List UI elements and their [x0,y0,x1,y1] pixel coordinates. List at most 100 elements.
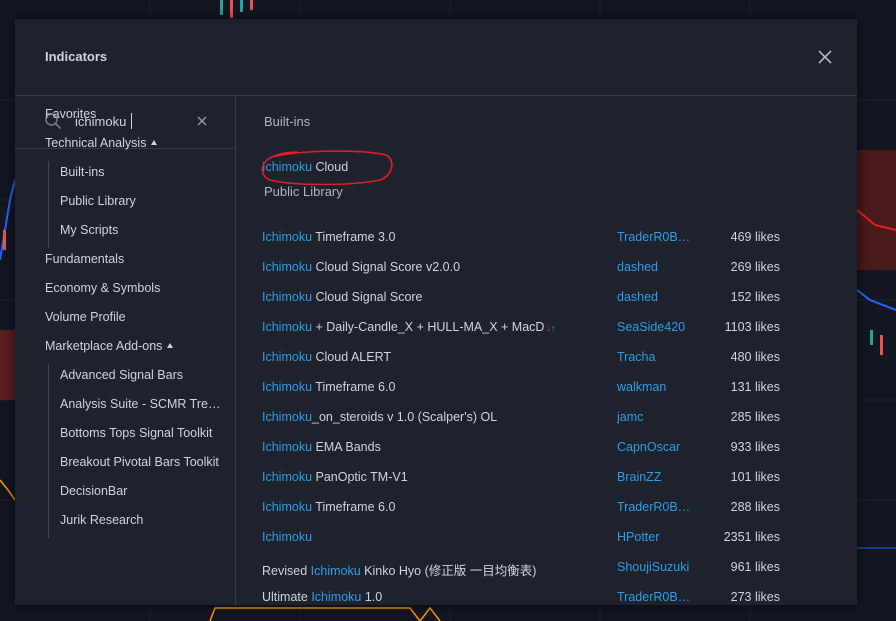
name-highlight: Ichimoku [311,590,362,604]
category-item[interactable]: Technical Analysis [45,136,158,150]
author-link[interactable]: Tracha [617,350,697,364]
indicator-name: Ichimoku + Daily-Candle_X + HULL-MA_X + … [262,320,555,334]
result-row[interactable]: Ichimoku Timeframe 6.0 walkman 131 likes [236,373,848,403]
likes-count: 1103 likes [724,320,780,334]
author-link[interactable]: TraderR0BERT [617,230,697,244]
indicator-name: Ichimoku Cloud Signal Score [262,290,423,304]
category-item[interactable]: Fundamentals [45,252,124,266]
name-highlight: Ichimoku [310,564,361,578]
author-link[interactable]: dashed [617,260,697,274]
category-label: Built-ins [60,165,105,179]
category-label: DecisionBar [60,484,128,498]
likes-count: 288 likes [730,500,780,514]
category-label: Analysis Suite - SCMR Trends [60,397,225,411]
name-highlight: Ichimoku [262,410,313,424]
indicator-name: Ichimoku Cloud ALERT [262,350,391,364]
result-row[interactable]: Revised Ichimoku Kinko Hyo (修正版 一目均衡表) Sh… [236,553,848,583]
result-row[interactable]: Ichimoku PanOptic TM-V1 BrainZZ 101 likes [236,463,848,493]
tree-guide-line [48,161,49,248]
category-label: Jurik Research [60,513,144,527]
result-row[interactable]: Ichimoku Cloud ALERT Tracha 480 likes [236,343,848,373]
clear-icon[interactable] [196,115,208,127]
likes-count: 269 likes [730,260,780,274]
subcategory-item[interactable]: Built-ins [60,165,225,179]
likes-count: 101 likes [730,470,780,484]
name-suffix: PanOptic TM-V1 [312,470,408,484]
indicator-name: Ultimate Ichimoku 1.0 [262,590,382,604]
subcategory-item[interactable]: Jurik Research [60,513,225,527]
category-label: My Scripts [60,223,119,237]
name-highlight: Ichimoku [262,500,313,514]
category-item[interactable]: Marketplace Add-ons [45,339,174,353]
result-row[interactable]: Ichimoku Cloud Signal Score v2.0.0 dashed… [236,253,848,283]
indicator-name: Ichimoku EMA Bands [262,440,381,454]
author-link[interactable]: dashed [617,290,697,304]
category-label: Advanced Signal Bars [60,368,183,382]
name-highlight: Ichimoku [262,230,313,244]
chevron-up-icon [167,343,174,349]
result-row[interactable]: Ichimoku Timeframe 3.0 TraderR0BERT 469 li… [236,223,848,253]
subcategory-item[interactable]: Analysis Suite - SCMR Trends [60,397,225,411]
section-heading-builtins: Built-ins [264,114,311,129]
close-icon[interactable] [815,47,835,67]
scrollbar-track[interactable] [846,96,854,605]
likes-count: 961 likes [730,560,780,574]
author-link[interactable]: HPotter [617,530,697,544]
author-link[interactable]: SeaSide420 [617,320,697,334]
name-highlight: Ichimoku [262,380,313,394]
author-link[interactable]: CapnOscar [617,440,697,454]
name-prefix: Revised [262,564,311,578]
subcategory-item[interactable]: Bottoms Tops Signal Toolkit [60,426,225,440]
name-suffix: + Daily-Candle_X + HULL-MA_X + MacD [312,320,545,334]
category-item[interactable]: Favorites [45,107,96,121]
result-row[interactable]: Ichimoku Cloud Signal Score dashed 152 lik… [236,283,848,313]
result-row[interactable]: Ichimoku + Daily-Candle_X + HULL-MA_X + … [236,313,848,343]
category-label: Marketplace Add-ons [45,339,163,353]
tree-guide-line [48,364,49,538]
name-suffix: Cloud Signal Score [312,290,423,304]
name-highlight: Ichimoku [262,260,313,274]
name-suffix: Timeframe 3.0 [312,230,396,244]
subcategory-item[interactable]: My Scripts [60,223,225,237]
annotation-circle [261,150,393,185]
likes-count: 285 likes [730,410,780,424]
dialog-title: Indicators [45,49,108,64]
subcategory-item[interactable]: Public Library [60,194,225,208]
subcategory-item[interactable]: DecisionBar [60,484,225,498]
result-row[interactable]: Ichimoku Timeframe 6.0 TraderR0BERT 288 li… [236,493,848,523]
author-link[interactable]: walkman [617,380,697,394]
subcategory-item[interactable]: Breakout Pivotal Bars Toolkit [60,455,225,469]
indicator-name: Ichimoku Cloud Signal Score v2.0.0 [262,260,460,274]
results-panel: Built-ins Ichimoku Cloud Public Library … [236,96,857,605]
author-link[interactable]: BrainZZ [617,470,697,484]
likes-count: 469 likes [730,230,780,244]
name-highlight: Ichimoku [262,530,313,544]
result-row[interactable]: Ultimate Ichimoku 1.0 TraderR0BERT 273 lik… [236,583,848,605]
category-label: Breakout Pivotal Bars Toolkit [60,455,219,469]
name-highlight: Ichimoku [262,350,313,364]
name-suffix: Kinko Hyo (修正版 一目均衡表) [360,564,537,578]
category-item[interactable]: Volume Profile [45,310,126,324]
likes-count: 131 likes [730,380,780,394]
indicator-name: Ichimoku Timeframe 6.0 [262,500,395,514]
name-suffix: EMA Bands [312,440,381,454]
name-suffix: Cloud ALERT [312,350,392,364]
likes-count: 480 likes [730,350,780,364]
result-row[interactable]: Ichimoku HPotter 2351 likes [236,523,848,553]
author-link[interactable]: TraderR0BERT [617,500,697,514]
category-item[interactable]: Economy & Symbols [45,281,160,295]
name-highlight: Ichimoku [262,290,313,304]
author-link[interactable]: TraderR0BERT [617,590,697,604]
arrow-up-icon: ↑ [550,323,556,333]
category-label: Bottoms Tops Signal Toolkit [60,426,213,440]
category-label: Technical Analysis [45,136,147,150]
author-link[interactable]: ShoujiSuzuki [617,560,697,574]
subcategory-item[interactable]: Advanced Signal Bars [60,368,225,382]
name-suffix: Cloud Signal Score v2.0.0 [312,260,461,274]
author-link[interactable]: jamc [617,410,697,424]
result-row[interactable]: Ichimoku_on_steroids v 1.0 (Scalper's) O… [236,403,848,433]
name-suffix: 1.0 [361,590,383,604]
result-row[interactable]: Ichimoku EMA Bands CapnOscar 933 likes [236,433,848,463]
text-caret [131,113,132,129]
name-suffix: _on_steroids v 1.0 (Scalper's) OL [312,410,498,424]
